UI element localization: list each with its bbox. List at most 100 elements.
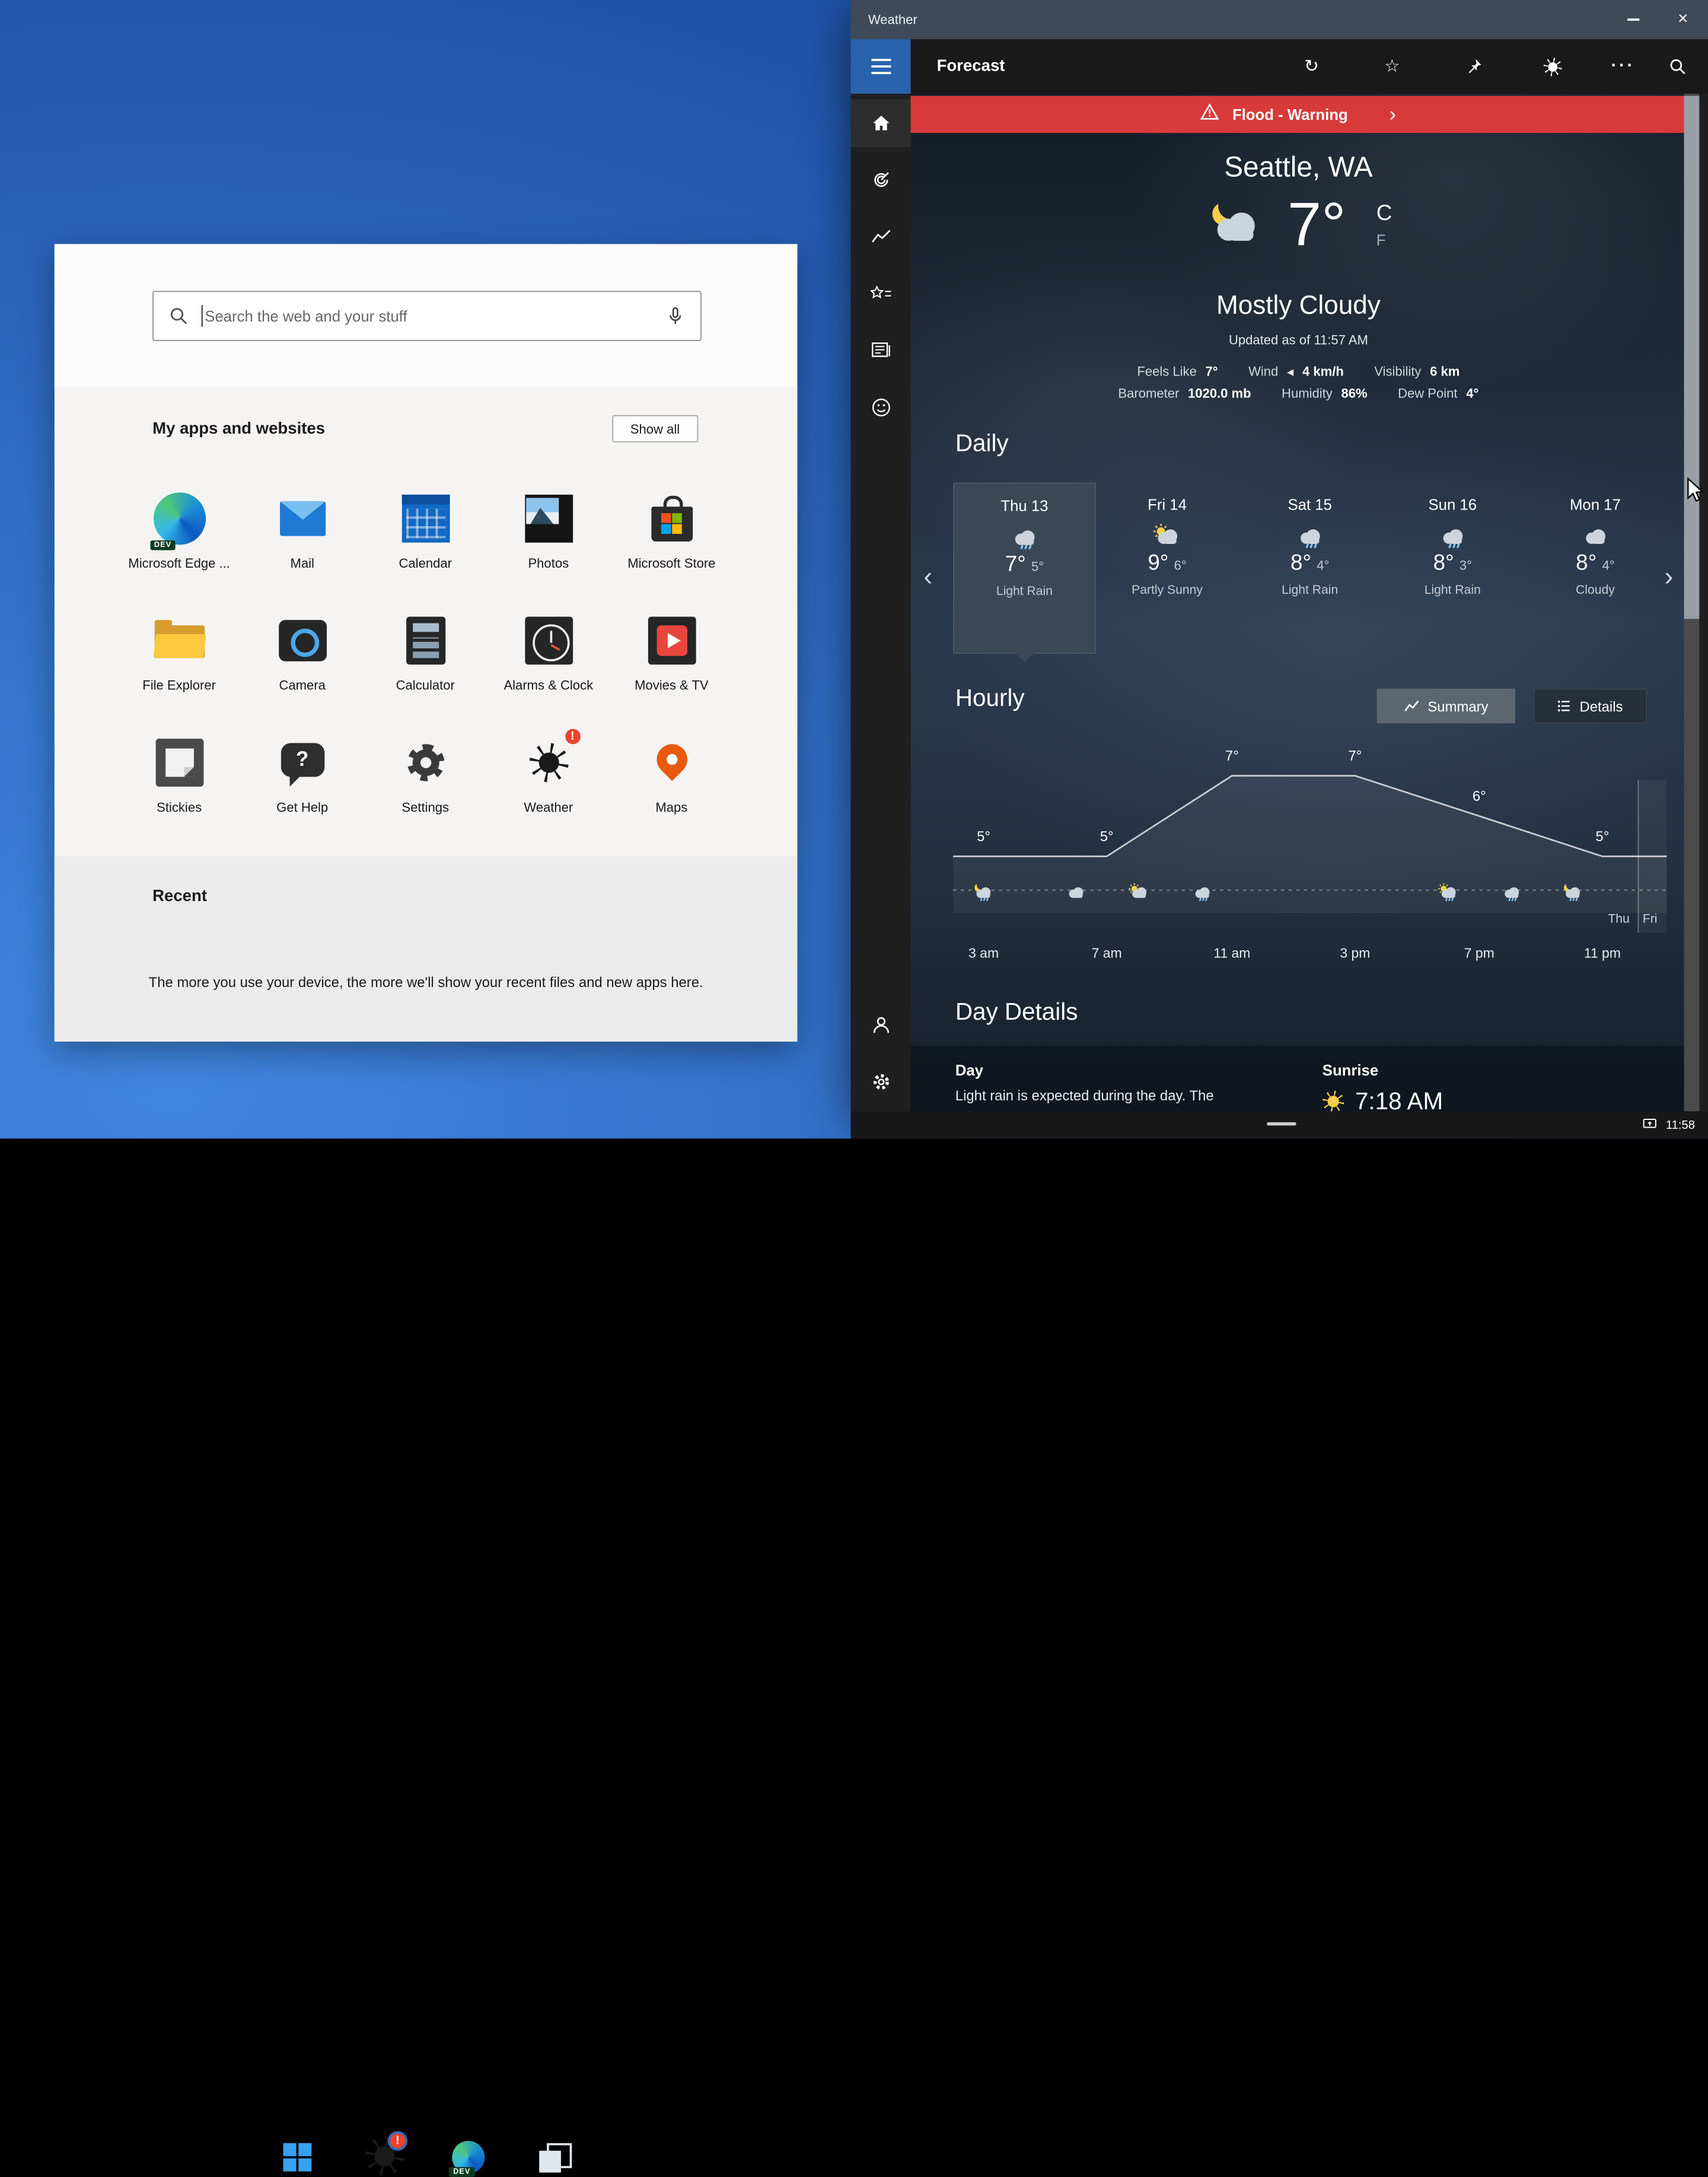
more-options-icon[interactable]: ···	[1611, 39, 1635, 94]
taskbar-clock[interactable]: 11:58	[1643, 1111, 1695, 1138]
page-title: Forecast	[936, 56, 1005, 75]
search-section: Search the web and your stuff	[54, 244, 798, 387]
app-command-bar: Forecast ↻ ☆ ···	[850, 39, 1708, 94]
detail-wind: Wind ◀ 4 km/h	[1248, 364, 1344, 379]
app-label: Stickies	[157, 800, 202, 815]
scrollbar-thumb[interactable]	[1684, 96, 1700, 619]
app-tile-photos[interactable]: Photos	[487, 488, 610, 610]
app-search-icon[interactable]	[1665, 39, 1689, 94]
taskbar: ! DEV	[0, 1062, 850, 2177]
flood-warning-banner[interactable]: Flood - Warning ›	[910, 96, 1687, 133]
taskbar-weather-icon[interactable]: !	[365, 2131, 407, 2176]
taskbar-edge-dev-icon[interactable]: DEV	[448, 2141, 485, 2177]
app-tile-calculator[interactable]: Calculator	[364, 610, 487, 733]
daily-day-name: Fri 14	[1148, 495, 1187, 514]
app-label: Photos	[528, 555, 569, 571]
rain-icon	[1191, 883, 1215, 902]
app-tile-settings[interactable]: Settings	[364, 732, 487, 854]
app-tile-maps[interactable]: Maps	[610, 732, 734, 854]
app-tile-movies[interactable]: Movies & TV	[610, 610, 734, 733]
nav-home[interactable]	[850, 99, 911, 147]
partly-sunny-icon	[1127, 883, 1151, 902]
nav-favorites[interactable]	[850, 270, 910, 319]
search-icon	[169, 306, 189, 326]
current-conditions-sun-icon[interactable]	[1540, 39, 1564, 94]
desktop: Search the web and your stuff My apps an…	[0, 0, 1708, 2177]
recent-section: Recent The more you use your device, the…	[54, 856, 798, 1042]
calendar-icon	[395, 488, 456, 549]
nav-news[interactable]	[850, 326, 910, 374]
app-tile-store[interactable]: Microsoft Store	[610, 488, 734, 610]
nav-maps[interactable]	[850, 156, 910, 204]
hourly-time-label: 3 pm	[1340, 946, 1371, 961]
refresh-icon[interactable]: ↻	[1299, 39, 1323, 94]
warning-icon	[1200, 103, 1220, 125]
app-tile-camera[interactable]: Camera	[241, 610, 364, 733]
unit-celsius[interactable]: C	[1376, 201, 1392, 226]
minimize-button[interactable]	[1608, 0, 1658, 39]
show-all-button[interactable]: Show all	[611, 415, 699, 443]
app-tile-edge[interactable]: DEV Microsoft Edge ...	[117, 488, 241, 610]
alert-label: Flood - Warning	[1232, 106, 1348, 123]
detail-label: Dew Point	[1398, 386, 1458, 401]
task-view-button[interactable]	[539, 2142, 572, 2173]
app-tile-gethelp[interactable]: ? Get Help	[241, 732, 364, 854]
daily-card-mon-17[interactable]: Mon 17 8° 4° Cloudy	[1524, 483, 1667, 654]
daily-low: 6°	[1174, 558, 1187, 574]
summary-toggle-button[interactable]: Summary	[1376, 688, 1515, 724]
app-tile-clock[interactable]: Alarms & Clock	[487, 610, 610, 733]
unit-fahrenheit[interactable]: F	[1376, 230, 1386, 247]
daily-condition: Light Rain	[1282, 584, 1339, 597]
chart-day-marker: Thu	[1608, 913, 1630, 927]
hourly-time-label: 7 am	[1091, 946, 1122, 961]
start-button[interactable]	[283, 2143, 312, 2172]
details-label: Details	[1579, 698, 1623, 714]
daily-temps: 9° 6°	[1096, 551, 1239, 576]
nav-historical-weather[interactable]	[850, 212, 910, 260]
nav-settings-gear[interactable]	[850, 1058, 910, 1106]
app-label: Weather	[524, 800, 573, 815]
current-details: Feels Like 7° Wind ◀ 4 km/h Visibility 6 km Bar…	[911, 364, 1687, 400]
alert-chevron-icon: ›	[1389, 103, 1397, 126]
hourly-temp-label: 5°	[1595, 827, 1610, 845]
app-tile-explorer[interactable]: File Explorer	[117, 610, 241, 733]
nav-account[interactable]	[850, 1000, 910, 1048]
favorite-star-icon[interactable]: ☆	[1380, 39, 1404, 94]
daily-condition: Light Rain	[996, 585, 1053, 599]
daily-low: 5°	[1031, 559, 1044, 574]
app-label: Mail	[290, 555, 314, 571]
app-tile-mail[interactable]: Mail	[241, 488, 364, 610]
daily-day-name: Mon 17	[1569, 495, 1621, 514]
nav-feedback-smiley[interactable]	[850, 384, 910, 432]
daily-temps: 8° 4°	[1238, 551, 1381, 576]
daily-card-thu-13[interactable]: Thu 13 7° 5° Light Rain	[953, 482, 1096, 663]
details-toggle-button[interactable]: Details	[1534, 688, 1648, 724]
daily-card-sun-16[interactable]: Sun 16 8° 3° Light Rain	[1381, 483, 1524, 654]
weather-nav-rail	[850, 93, 911, 1112]
app-label: Movies & TV	[635, 677, 709, 693]
close-button[interactable]: ×	[1658, 0, 1708, 39]
apps-grid: DEV Microsoft Edge ... Mail Calendar Photos M…	[117, 488, 735, 854]
taskbar-handle[interactable]	[1267, 1122, 1296, 1126]
unit-toggle[interactable]: C F	[1376, 201, 1392, 248]
app-tile-weather[interactable]: ! Weather	[487, 727, 610, 854]
camera-icon	[272, 610, 333, 671]
hamburger-menu-button[interactable]	[850, 39, 911, 94]
detail-value: 86%	[1341, 386, 1368, 401]
detail-label: Humidity	[1282, 386, 1333, 401]
daily-prev-chevron[interactable]: ‹	[924, 562, 933, 593]
sunrise-label: Sunrise	[1322, 1061, 1379, 1079]
daily-card-sat-15[interactable]: Sat 15 8° 4° Light Rain	[1238, 483, 1381, 654]
app-tile-stickies[interactable]: Stickies	[117, 732, 241, 854]
vertical-scrollbar[interactable]	[1684, 93, 1700, 1112]
microphone-icon[interactable]	[665, 306, 685, 326]
pin-icon[interactable]	[1462, 39, 1486, 94]
rain-icon	[1436, 523, 1469, 549]
daily-next-chevron[interactable]: ›	[1665, 562, 1674, 593]
weather-titlebar[interactable]: Weather ×	[850, 0, 1708, 40]
app-tile-calendar[interactable]: Calendar	[364, 488, 487, 610]
search-input[interactable]: Search the web and your stuff	[152, 291, 702, 341]
hourly-temperature-chart	[953, 775, 1667, 933]
daily-card-fri-14[interactable]: Fri 14 9° 6° Partly Sunny	[1096, 483, 1239, 654]
mouse-cursor	[1686, 477, 1704, 503]
